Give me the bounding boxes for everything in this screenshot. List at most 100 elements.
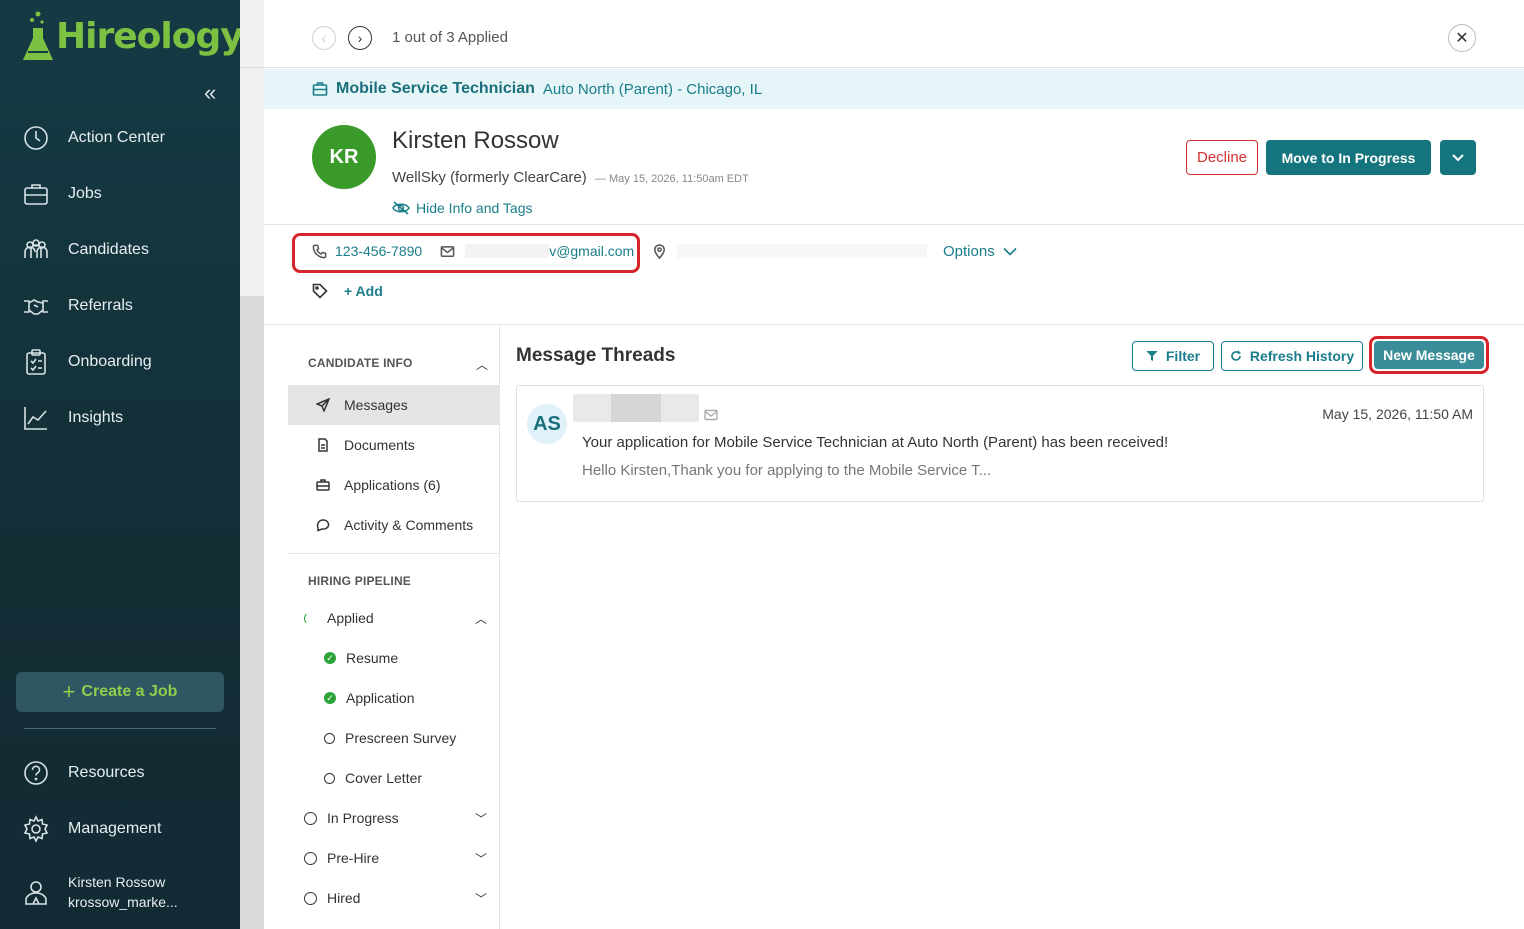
plus-icon: + [62,679,76,704]
next-candidate-button[interactable]: › [348,26,372,50]
stage-label: In Progress [327,810,399,826]
job-location-link[interactable]: Auto North (Parent) - Chicago, IL [543,81,762,98]
nav-label: Messages [344,397,408,413]
hide-info-toggle[interactable]: Hide Info and Tags [392,200,533,216]
decline-button[interactable]: Decline [1186,140,1258,175]
empty-circle-icon [304,851,317,865]
user-name: Kirsten Rossow [68,874,166,890]
step-label: Application [346,690,415,706]
previous-candidate-button[interactable]: ‹ [312,26,336,50]
pager-bar: ‹ › 1 out of 3 Applied ✕ [264,0,1524,68]
phone-icon [312,244,327,258]
stage-hired[interactable]: Hired ﹀ [304,878,499,918]
background-overlay-top [240,0,264,296]
sidebar-item-onboarding[interactable]: Onboarding [0,334,240,390]
sidebar-item-management[interactable]: Management [0,801,240,857]
empty-circle-icon [304,891,317,905]
email-redacted [465,244,550,258]
job-banner: Mobile Service Technician Auto North (Pa… [264,69,1524,109]
briefcase-icon [316,479,330,491]
sidebar-item-label: Resources [68,764,145,781]
email-link[interactable]: v@gmail.com [549,243,634,259]
refresh-label: Refresh History [1249,348,1355,364]
stage-pre-hire[interactable]: Pre-Hire ﹀ [304,838,499,878]
candidate-company: WellSky (formerly ClearCare) — May 15, 2… [392,169,749,186]
step-cover-letter[interactable]: Cover Letter [324,758,499,798]
check-circle-icon: ✓ [324,692,336,704]
move-to-in-progress-button[interactable]: Move to In Progress [1266,140,1431,175]
thread-subject: Your application for Mobile Service Tech… [582,434,1169,451]
close-button[interactable]: ✕ [1448,24,1476,52]
sidebar-item-jobs[interactable]: Jobs [0,166,240,222]
pager-text: 1 out of 3 Applied [392,29,508,46]
filter-icon [1146,351,1158,361]
step-application[interactable]: ✓ Application [324,678,499,718]
candidate-header: KR Kirsten Rossow WellSky (formerly Clea… [264,109,1524,225]
filter-button[interactable]: Filter [1132,341,1214,371]
contact-row: 123-456-7890 v@gmail.com [312,243,928,259]
nav-applications[interactable]: Applications (6) [288,465,499,505]
candidate-info-header: CANDIDATE INFO [308,356,413,370]
send-icon [316,398,330,412]
close-icon: ✕ [1455,30,1469,47]
detail-area: CANDIDATE INFO ︿ Messages Documents Appl… [264,324,1524,929]
options-dropdown[interactable]: Options [943,243,1017,260]
location-pin-icon [654,243,666,259]
job-title-link[interactable]: Mobile Service Technician [336,80,535,98]
divider [24,728,216,729]
gear-icon [23,815,49,843]
user-profile[interactable]: Kirsten Rossow krossow_marke... [22,872,178,912]
empty-circle-icon [324,732,335,744]
briefcase-icon [24,184,48,205]
sidebar-item-insights[interactable]: Insights [0,390,240,446]
phone-link[interactable]: 123-456-7890 [335,243,422,259]
message-thread-item[interactable]: AS May 15, 2026, 11:50 AM Your applicati… [516,385,1484,502]
nav-label: Applications (6) [344,477,441,493]
step-label: Prescreen Survey [345,730,457,746]
step-resume[interactable]: ✓ Resume [324,638,499,678]
chevron-down-icon: ﹀ [474,811,487,826]
chevron-down-icon: ﹀ [474,891,487,906]
add-tag-button[interactable]: + Add [344,283,383,299]
candidate-name: Kirsten Rossow [392,127,559,154]
sidebar-item-label: Action Center [68,129,165,146]
sidebar-item-action-center[interactable]: Action Center [0,110,240,166]
stage-dropdown-button[interactable] [1440,140,1476,175]
sidebar-item-resources[interactable]: Resources [0,745,240,801]
refresh-history-button[interactable]: Refresh History [1221,341,1363,371]
mail-icon [704,408,718,426]
flask-icon [23,11,53,60]
empty-circle-icon [304,811,317,825]
sidebar-item-referrals[interactable]: Referrals [0,278,240,334]
nav-messages[interactable]: Messages [288,385,499,425]
applied-timestamp: — May 15, 2026, 11:50am EDT [594,173,749,185]
eye-off-icon [392,201,410,215]
sidebar-item-label: Onboarding [68,353,152,370]
new-message-button[interactable]: New Message [1374,341,1484,369]
avatar: KR [312,125,376,189]
stage-label: Pre-Hire [327,850,380,866]
step-prescreen-survey[interactable]: Prescreen Survey [324,718,499,758]
stage-applied[interactable]: Applied ︿ [304,598,499,638]
question-icon [24,761,48,785]
chevron-up-icon: ︿ [474,611,487,626]
stage-label: Applied [327,610,374,626]
nav-label: Documents [344,437,415,453]
nav-activity-comments[interactable]: Activity & Comments [288,505,499,545]
collapse-sidebar-icon[interactable]: « [204,80,216,106]
create-job-button[interactable]: + Create a Job [16,672,224,712]
nav-documents[interactable]: Documents [288,425,499,465]
stage-in-progress[interactable]: In Progress ﹀ [304,798,499,838]
logo[interactable]: Hireology [20,8,244,64]
nav-label: Activity & Comments [344,517,474,533]
sidebar-item-candidates[interactable]: Candidates [0,222,240,278]
chevron-right-icon: › [357,30,363,46]
sender-redacted [573,394,699,422]
document-icon [318,438,328,452]
tag-icon [312,283,328,299]
people-icon [24,239,48,258]
chevron-up-icon[interactable]: ︿ [476,356,488,373]
add-tag-label: Add [355,283,383,299]
avatar: AS [527,404,567,444]
mail-icon [440,245,455,257]
